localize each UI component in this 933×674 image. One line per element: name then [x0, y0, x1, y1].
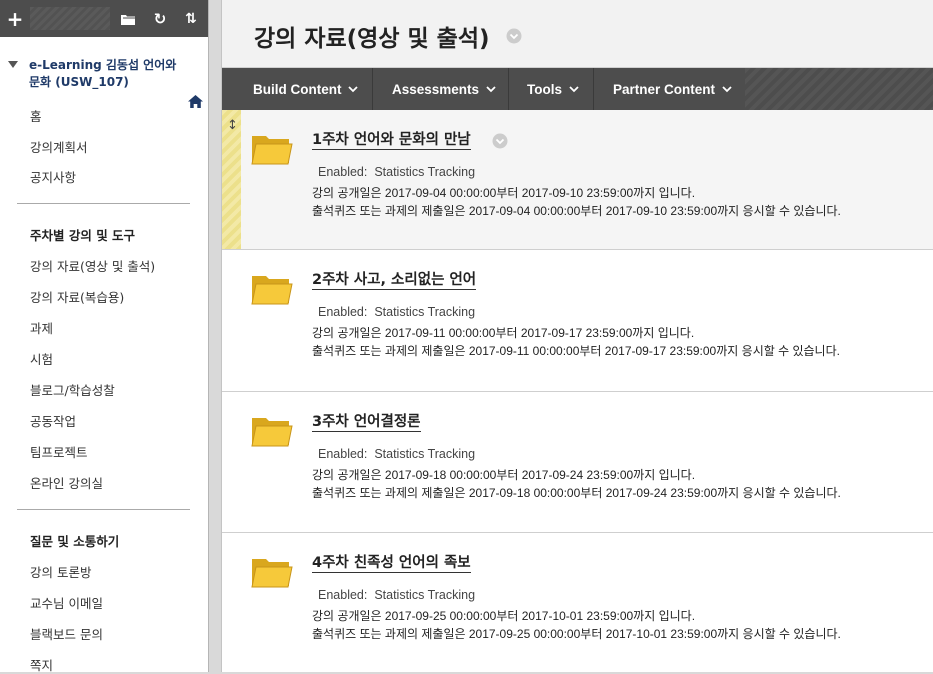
build-content-menu[interactable]: Build Content — [253, 68, 359, 110]
sidebar-item-exams[interactable]: 시험 — [30, 349, 53, 368]
enabled-label: Enabled: — [318, 165, 368, 179]
sidebar-divider — [17, 509, 190, 510]
sidebar-item-syllabus[interactable]: 강의계획서 — [30, 137, 88, 156]
item-title-link[interactable]: 3주차 언어결정론 — [312, 414, 421, 432]
folder-icon — [251, 136, 293, 165]
item-enabled-status: Enabled: Statistics Tracking — [318, 165, 475, 179]
course-title[interactable]: e-Learning 김동섭 언어와 문화 (USW_107) — [29, 57, 181, 91]
sidebar-toolbar: + ↻ ⇅ — [0, 0, 208, 37]
item-submission-date: 출석퀴즈 또는 과제의 제출일은 2017-09-11 00:00:00부터 2… — [312, 344, 840, 358]
page-title: 강의 자료(영상 및 출석) — [254, 26, 490, 52]
action-separator — [593, 68, 594, 110]
page-header: 강의 자료(영상 및 출석) — [222, 0, 933, 68]
toolbar-stripe — [30, 7, 110, 30]
item-release-date: 강의 공개일은 2017-09-04 00:00:00부터 2017-09-10… — [312, 186, 696, 200]
sidebar-item-team-project[interactable]: 팀프로젝트 — [30, 442, 88, 461]
chevron-down-icon[interactable] — [506, 28, 522, 44]
action-separator — [372, 68, 373, 110]
item-submission-date: 출석퀴즈 또는 과제의 제출일은 2017-09-25 00:00:00부터 2… — [312, 627, 841, 641]
content-item[interactable]: 2주차 사고, 소리없는 언어 Enabled: Statistics Trac… — [222, 250, 933, 392]
enabled-value: Statistics Tracking — [374, 305, 476, 319]
sidebar-item-blackboard-help[interactable]: 블랙보드 문의 — [30, 624, 103, 643]
item-enabled-status: Enabled: Statistics Tracking — [318, 305, 475, 319]
action-bar: Build Content Assessments Tools Partner … — [222, 68, 933, 110]
sidebar-item-professor-email[interactable]: 교수님 이메일 — [30, 593, 103, 612]
folder-icon — [251, 559, 293, 588]
sidebar-item-messages[interactable]: 쪽지 — [30, 655, 53, 674]
sort-icon[interactable]: ⇅ — [179, 0, 203, 37]
chevron-down-icon — [486, 85, 496, 92]
build-content-label: Build Content — [253, 81, 342, 97]
chevron-down-icon[interactable] — [492, 133, 508, 149]
content-area: 강의 자료(영상 및 출석) Build Content Assessments… — [221, 0, 933, 672]
action-separator — [508, 68, 509, 110]
enabled-value: Statistics Tracking — [374, 588, 476, 602]
folder-icon[interactable] — [116, 0, 140, 37]
content-item[interactable]: 4주차 친족성 언어의 족보 Enabled: Statistics Track… — [222, 533, 933, 672]
partner-content-label: Partner Content — [613, 81, 716, 97]
sidebar-item-announcements[interactable]: 공지사항 — [30, 167, 76, 186]
sidebar-item-home[interactable]: 홈 — [30, 106, 42, 125]
sidebar-item-collaboration[interactable]: 공동작업 — [30, 411, 76, 430]
sidebar-item-review-materials[interactable]: 강의 자료(복습용) — [30, 287, 124, 306]
item-enabled-status: Enabled: Statistics Tracking — [318, 588, 475, 602]
item-title-link[interactable]: 1주차 언어와 문화의 만남 — [312, 132, 471, 150]
item-release-date: 강의 공개일은 2017-09-11 00:00:00부터 2017-09-17… — [312, 326, 695, 340]
item-title-link[interactable]: 2주차 사고, 소리없는 언어 — [312, 272, 477, 290]
enabled-label: Enabled: — [318, 588, 368, 602]
tools-menu[interactable]: Tools — [527, 68, 579, 110]
tools-label: Tools — [527, 81, 562, 97]
home-icon[interactable] — [188, 95, 203, 108]
action-bar-stripe — [745, 68, 933, 110]
refresh-icon[interactable]: ↻ — [148, 0, 172, 37]
item-submission-date: 출석퀴즈 또는 과제의 제출일은 2017-09-18 00:00:00부터 2… — [312, 486, 841, 500]
sidebar-item-assignments[interactable]: 과제 — [30, 318, 53, 337]
chevron-down-icon — [722, 85, 732, 92]
drag-handle-icon[interactable]: ↕ — [227, 118, 238, 133]
content-item[interactable]: 3주차 언어결정론 Enabled: Statistics Tracking 강… — [222, 392, 933, 533]
sidebar-divider — [17, 203, 190, 204]
sidebar-item-lecture-materials[interactable]: 강의 자료(영상 및 출석) — [30, 256, 155, 275]
enabled-value: Statistics Tracking — [374, 165, 476, 179]
assessments-menu[interactable]: Assessments — [392, 68, 496, 110]
assessments-label: Assessments — [392, 81, 480, 97]
sidebar-item-discussion[interactable]: 강의 토론방 — [30, 562, 91, 581]
item-release-date: 강의 공개일은 2017-09-25 00:00:00부터 2017-10-01… — [312, 609, 696, 623]
sidebar-item-blog[interactable]: 블로그/학습성찰 — [30, 380, 115, 399]
partner-content-menu[interactable]: Partner Content — [613, 68, 732, 110]
sidebar-heading-weekly[interactable]: 주차별 강의 및 도구 — [30, 225, 135, 244]
folder-icon — [251, 276, 293, 305]
item-release-date: 강의 공개일은 2017-09-18 00:00:00부터 2017-09-24… — [312, 468, 696, 482]
sidebar-heading-questions[interactable]: 질문 및 소통하기 — [30, 531, 119, 550]
folder-icon — [251, 418, 293, 447]
item-submission-date: 출석퀴즈 또는 과제의 제출일은 2017-09-04 00:00:00부터 2… — [312, 204, 841, 218]
plus-icon[interactable]: + — [0, 0, 30, 37]
item-title-link[interactable]: 4주차 친족성 언어의 족보 — [312, 555, 471, 573]
collapse-triangle-icon[interactable] — [8, 61, 18, 68]
item-enabled-status: Enabled: Statistics Tracking — [318, 447, 475, 461]
course-sidebar: + ↻ ⇅ e-Learning 김동섭 언어와 문화 (USW_107) 홈 … — [0, 0, 209, 674]
content-item[interactable]: ↕ 1주차 언어와 문화의 만남 Enabled: Statistics Tra… — [222, 110, 933, 250]
enabled-label: Enabled: — [318, 447, 368, 461]
chevron-down-icon — [569, 85, 579, 92]
enabled-value: Statistics Tracking — [374, 447, 476, 461]
sidebar-item-online-classroom[interactable]: 온라인 강의실 — [30, 473, 103, 492]
chevron-down-icon — [348, 85, 359, 92]
enabled-label: Enabled: — [318, 305, 368, 319]
